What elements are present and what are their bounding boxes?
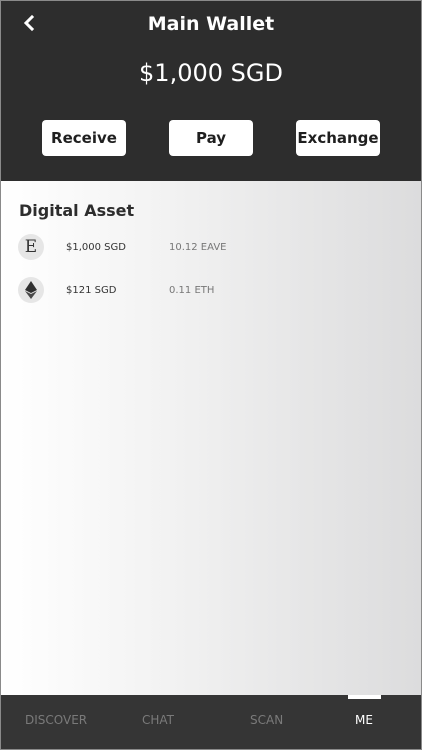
- asset-row-eth[interactable]: $121 SGD 0.11 ETH: [1, 277, 421, 307]
- exchange-button[interactable]: Exchange: [296, 120, 380, 156]
- asset-fiat-value: $121 SGD: [66, 285, 117, 296]
- receive-button[interactable]: Receive: [42, 120, 126, 156]
- eave-icon: E: [18, 234, 44, 260]
- asset-list-panel: Digital Asset E $1,000 SGD 10.12 EAVE $1…: [1, 181, 421, 695]
- app-screen: Main Wallet $1,000 SGD Receive Pay Excha…: [0, 0, 422, 750]
- bottom-nav: DISCOVER CHAT SCAN ME: [1, 695, 421, 749]
- active-tab-indicator: [348, 695, 381, 699]
- wallet-balance: $1,000 SGD: [139, 59, 283, 87]
- nav-tab-discover[interactable]: DISCOVER: [25, 713, 87, 727]
- page-title: Main Wallet: [147, 13, 275, 35]
- ethereum-icon: [18, 277, 44, 303]
- nav-tab-scan[interactable]: SCAN: [250, 713, 283, 727]
- asset-row-eave[interactable]: E $1,000 SGD 10.12 EAVE: [1, 234, 421, 264]
- section-title: Digital Asset: [19, 201, 135, 220]
- asset-crypto-amount: 10.12 EAVE: [169, 242, 227, 253]
- nav-tab-chat[interactable]: CHAT: [142, 713, 174, 727]
- asset-fiat-value: $1,000 SGD: [66, 242, 126, 253]
- nav-tab-me[interactable]: ME: [355, 713, 373, 727]
- asset-crypto-amount: 0.11 ETH: [169, 285, 215, 296]
- wallet-header: Main Wallet $1,000 SGD Receive Pay Excha…: [1, 1, 421, 181]
- pay-button[interactable]: Pay: [169, 120, 253, 156]
